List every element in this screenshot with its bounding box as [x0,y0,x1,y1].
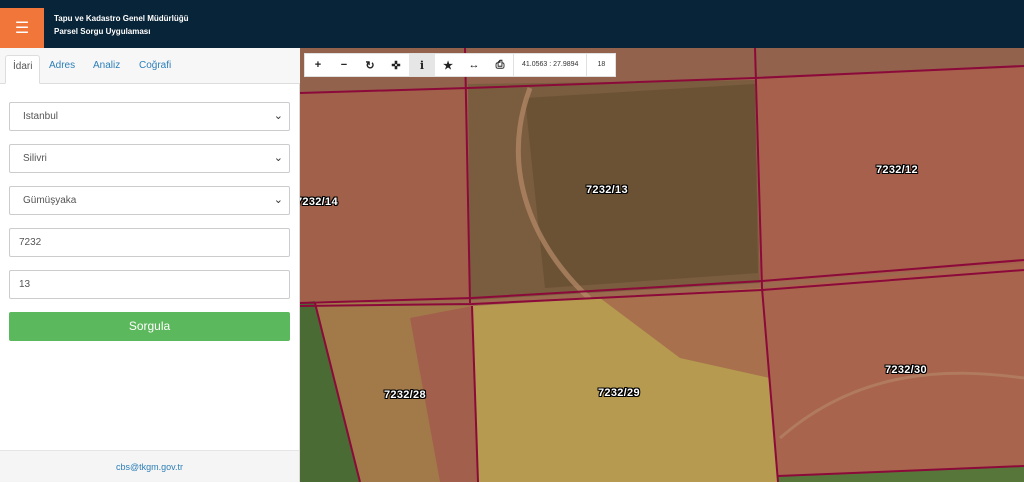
satellite-map[interactable]: 7232/14 7232/13 7232/12 7232/28 7232/29 … [300,48,1024,482]
tab-adres[interactable]: Adres [42,55,82,84]
zoom-out-icon[interactable]: − [331,54,357,76]
zoom-level: 18 [586,54,615,76]
parcel-label[interactable]: 7232/30 [885,364,927,376]
tab-analiz[interactable]: Analiz [86,55,127,84]
tab-idari[interactable]: İdari [5,55,41,84]
query-tabs: İdari Adres Analiz Coğrafi [0,48,300,84]
menu-button[interactable]: ☰ [0,8,44,48]
measure-icon[interactable]: ↔ [461,54,487,76]
refresh-icon[interactable]: ↻ [357,54,383,76]
query-sidebar: İdari Adres Analiz Coğrafi Istanbul ⌄ Si… [0,48,300,482]
chevron-down-icon: ⌄ [273,110,283,122]
favorite-icon[interactable]: ★ [435,54,461,76]
parcel-label[interactable]: 7232/14 [300,196,338,208]
app-title: Tapu ve Kadastro Genel Müdürlüğü Parsel … [54,12,189,38]
parcel-input[interactable]: 13 [9,270,290,299]
zoom-in-icon[interactable]: + [305,54,331,76]
info-icon[interactable]: i [409,54,435,76]
locate-icon[interactable]: ✜ [383,54,409,76]
parcel-label[interactable]: 7232/13 [586,184,628,196]
hamburger-icon: ☰ [14,20,30,37]
chevron-down-icon: ⌄ [273,152,283,164]
parcel-label[interactable]: 7232/28 [384,389,426,401]
chevron-down-icon: ⌄ [273,194,283,206]
block-input[interactable]: 7232 [9,228,290,257]
app-title-line1: Tapu ve Kadastro Genel Müdürlüğü [54,14,189,23]
province-value: Istanbul [23,111,59,122]
district-value: Silivri [23,153,47,164]
coordinate-readout: 41.0563 : 27.9894 [513,54,586,76]
province-select[interactable]: Istanbul ⌄ [9,102,290,131]
neighborhood-value: Gümüşyaka [23,195,77,206]
map-toolbar: + − ↻ ✜ i ★ ↔ ⎙ 41.0563 : 27.9894 18 [304,53,617,77]
parcel-label[interactable]: 7232/29 [598,387,640,399]
print-icon[interactable]: ⎙ [487,54,513,76]
neighborhood-select[interactable]: Gümüşyaka ⌄ [9,186,290,215]
parcel-label[interactable]: 7232/12 [876,164,918,176]
map-imagery [300,48,1024,482]
app-title-line2: Parsel Sorgu Uygulaması [54,27,151,36]
district-select[interactable]: Silivri ⌄ [9,144,290,173]
top-header: ☰ Tapu ve Kadastro Genel Müdürlüğü Parse… [0,0,1024,48]
query-button[interactable]: Sorgula [9,312,290,341]
contact-footer: cbs@tkgm.gov.tr [0,450,299,482]
contact-email-link[interactable]: cbs@tkgm.gov.tr [116,462,183,472]
tab-cografi[interactable]: Coğrafi [132,55,178,84]
